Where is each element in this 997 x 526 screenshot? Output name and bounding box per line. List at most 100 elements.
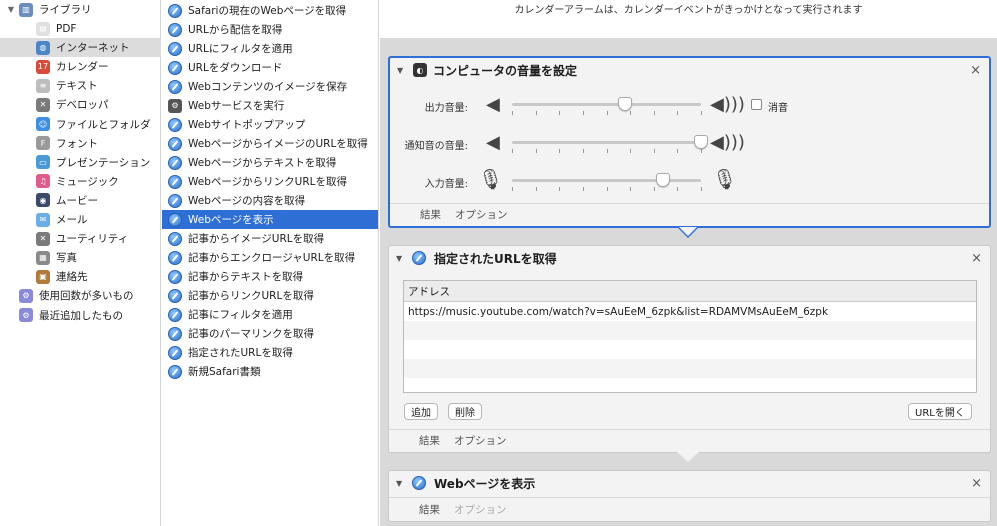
action-item[interactable]: Webページからテキストを取得 (162, 153, 378, 172)
open-url-button[interactable]: URLを開く (908, 403, 972, 420)
action-label: URLから配信を取得 (188, 24, 283, 36)
microphone-high-icon: 🎙 (712, 167, 738, 191)
output-volume-slider[interactable] (512, 97, 702, 115)
library-item[interactable]: ≡ テキスト (0, 76, 161, 95)
mute-checkbox[interactable] (751, 99, 762, 110)
action-item[interactable]: ⚙ Webサービスを実行 (162, 96, 378, 115)
add-button[interactable]: 追加 (404, 403, 438, 420)
action-label: Webサイトポップアップ (188, 119, 306, 131)
speaker-app-icon: ◐ (413, 63, 427, 77)
microphone-low-icon: 🎙 (478, 167, 504, 191)
action-item[interactable]: Webサイトポップアップ (162, 115, 378, 134)
action-item[interactable]: Webページの内容を取得 (162, 191, 378, 210)
disclosure-down-icon[interactable]: ▼ (6, 5, 16, 14)
card-footer: 結果 オプション (389, 497, 990, 521)
library-item-label: デベロッパ (56, 99, 109, 112)
library-item[interactable]: ◍ インターネット (0, 38, 161, 58)
action-label: WebページからリンクURLを取得 (188, 176, 348, 188)
library-item[interactable]: ▤ PDF (0, 19, 161, 38)
url-cell[interactable]: https://music.youtube.com/watch?v=sAuEeM… (408, 306, 828, 318)
results-tab[interactable]: 結果 (420, 207, 441, 222)
slider-knob[interactable] (656, 173, 671, 187)
action-item[interactable]: URLから配信を取得 (162, 20, 378, 39)
address-column-header[interactable]: アドレス (404, 281, 976, 302)
speaker-low-icon: ◀ (486, 94, 500, 115)
library-item[interactable]: ☺ ファイルとフォルダ (0, 115, 161, 134)
slider-knob[interactable] (694, 135, 708, 149)
safari-icon (168, 174, 182, 189)
action-item[interactable]: Safariの現在のWebページを取得 (162, 1, 378, 20)
library-item[interactable]: ✕ ユーティリティ (0, 229, 161, 248)
action-card-show-webpage[interactable]: ▼ Webページを表示 × 結果 オプション (388, 470, 991, 522)
alert-volume-slider[interactable] (512, 135, 708, 153)
options-tab[interactable]: オプション (454, 433, 507, 448)
library-item-label: ミュージック (56, 175, 119, 188)
action-item[interactable]: 記事からテキストを取得 (162, 267, 378, 286)
table-row[interactable] (404, 378, 976, 392)
action-item[interactable]: Webコンテンツのイメージを保存 (162, 77, 378, 96)
library-item[interactable]: ✕ デベロッパ (0, 95, 161, 114)
library-item[interactable]: ▭ プレゼンテーション (0, 153, 161, 172)
table-row[interactable] (404, 340, 976, 359)
slider-knob[interactable] (618, 97, 633, 111)
library-item[interactable]: ♫ ミュージック (0, 172, 161, 191)
action-card-set-volume[interactable]: ▼ ◐ コンピュータの音量を設定 × 出力音量: ◀ ◀))) 消音 通知音の音… (388, 56, 991, 228)
library-panel: ▼ ▥ ライブラリ ▤ PDF ◍ インターネット 17 カレンダー ≡ テキスト ✕ デベロッパ… (0, 0, 161, 526)
input-volume-slider[interactable] (512, 173, 702, 191)
smart-group-item[interactable]: ⚙ 最近追加したもの (0, 306, 161, 325)
delete-button[interactable]: 削除 (448, 403, 482, 420)
action-label: 記事にフィルタを適用 (188, 309, 293, 321)
action-item[interactable]: 記事のパーマリンクを取得 (162, 324, 378, 343)
library-item-label: ファイルとフォルダ (56, 118, 151, 131)
action-item[interactable]: URLにフィルタを適用 (162, 39, 378, 58)
action-item[interactable]: 記事にフィルタを適用 (162, 305, 378, 324)
options-tab[interactable]: オプション (455, 207, 508, 222)
library-item[interactable]: ✉ メール (0, 210, 161, 229)
safari-icon (168, 250, 182, 265)
library-item-label: 連絡先 (56, 271, 88, 284)
library-item[interactable]: ▣ 連絡先 (0, 267, 161, 286)
library-item[interactable]: ◉ ムービー (0, 191, 161, 210)
tools-icon: ✕ (36, 97, 50, 112)
action-item[interactable]: 記事からエンクロージャURLを取得 (162, 248, 378, 267)
connector-notch (677, 452, 699, 462)
options-tab[interactable]: オプション (454, 502, 507, 517)
action-item[interactable]: WebページからリンクURLを取得 (162, 172, 378, 191)
mail-icon: ✉ (36, 212, 50, 227)
action-item[interactable]: Webページを表示 (162, 210, 378, 229)
safari-icon (168, 41, 182, 56)
workflow-area: カレンダーアラームは、カレンダーイベントがきっかけとなって実行されます ▼ ◐ … (380, 0, 997, 526)
action-card-get-specified-urls[interactable]: ▼ 指定されたURLを取得 × アドレス https://music.youtu… (388, 245, 991, 453)
action-item[interactable]: 指定されたURLを取得 (162, 343, 378, 362)
table-row[interactable] (404, 359, 976, 378)
action-item[interactable]: 新規Safari書類 (162, 362, 378, 381)
url-table[interactable]: アドレス https://music.youtube.com/watch?v=s… (403, 280, 977, 393)
action-item[interactable]: WebページからイメージのURLを取得 (162, 134, 378, 153)
table-row[interactable]: https://music.youtube.com/watch?v=sAuEeM… (404, 302, 976, 321)
library-root[interactable]: ▼ ▥ ライブラリ (0, 0, 161, 19)
results-tab[interactable]: 結果 (419, 502, 440, 517)
action-item[interactable]: URLをダウンロード (162, 58, 378, 77)
library-item[interactable]: F フォント (0, 134, 161, 153)
action-label: 新規Safari書類 (188, 366, 261, 378)
collapse-icon[interactable]: ▼ (397, 66, 407, 75)
action-item[interactable]: 記事からリンクURLを取得 (162, 286, 378, 305)
close-icon[interactable]: × (970, 63, 981, 78)
smart-group-item[interactable]: ⚙ 使用回数が多いもの (0, 286, 161, 305)
safari-icon (168, 212, 182, 227)
speaker-high-icon: ◀))) (710, 94, 745, 115)
action-label: WebページからイメージのURLを取得 (188, 138, 368, 150)
action-item[interactable]: 記事からイメージURLを取得 (162, 229, 378, 248)
action-label: 指定されたURLを取得 (188, 347, 293, 359)
collapse-icon[interactable]: ▼ (396, 479, 406, 488)
table-row[interactable] (404, 321, 976, 340)
library-item[interactable]: ▦ 写真 (0, 248, 161, 267)
smart-folder-icon: ⚙ (19, 288, 33, 303)
close-icon[interactable]: × (971, 251, 982, 266)
library-item[interactable]: 17 カレンダー (0, 57, 161, 76)
results-tab[interactable]: 結果 (419, 433, 440, 448)
action-label: URLをダウンロード (188, 62, 283, 74)
collapse-icon[interactable]: ▼ (396, 254, 406, 263)
safari-icon (412, 251, 426, 265)
close-icon[interactable]: × (971, 476, 982, 491)
